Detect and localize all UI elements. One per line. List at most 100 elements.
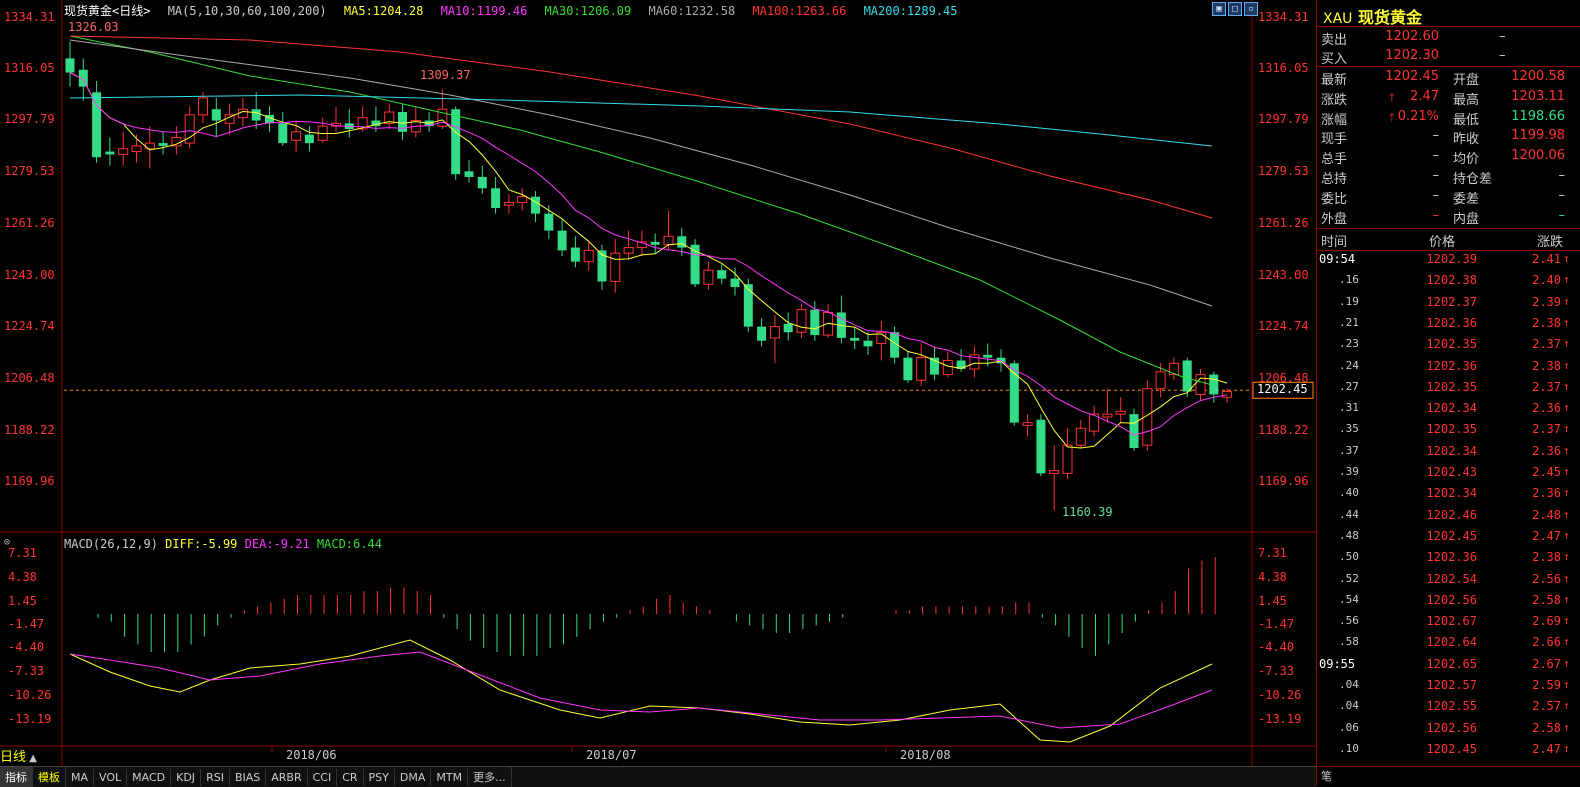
tick-time: .21	[1339, 315, 1359, 329]
tick-price: 1202.67	[1426, 614, 1477, 629]
close-icon[interactable]: ▫	[1244, 2, 1258, 16]
candle-down	[211, 109, 221, 121]
tick-price: 1202.64	[1426, 635, 1477, 650]
tick-change: 2.58	[1532, 592, 1561, 607]
tick-change: 2.38	[1532, 315, 1561, 330]
quote-label2-3: 昨收	[1453, 132, 1480, 148]
quote-label2-2: 最低	[1453, 112, 1480, 128]
candle-down	[65, 58, 75, 73]
indicator-tab-8[interactable]: ARBR	[266, 769, 308, 786]
tick-change: 2.48	[1532, 507, 1561, 522]
arrow-up-icon: ↑	[1563, 273, 1570, 287]
indicator-tab-10[interactable]: CR	[337, 769, 364, 786]
candlestick-chart[interactable]	[0, 0, 1316, 766]
tick-price: 1202.56	[1426, 592, 1477, 607]
quote-sep-5	[1317, 766, 1580, 767]
period-tab[interactable]: 日线 ▲	[0, 746, 37, 765]
tick-row: .52 1202.54 2.56 ↑	[1317, 572, 1580, 591]
arrow-up-icon: ↑	[1563, 592, 1570, 606]
quote-label2-1: 最高	[1453, 92, 1480, 108]
indicator-tab-14[interactable]: 更多...	[468, 767, 512, 787]
arrow-up-icon: ↑	[1563, 571, 1570, 585]
tick-time: .48	[1339, 528, 1359, 542]
tick-price: 1202.34	[1426, 401, 1477, 416]
indicator-tab-6[interactable]: RSI	[201, 769, 230, 786]
chart-area[interactable]: 现货黄金<日线> MA(5,10,30,60,100,200) MA5:1204…	[0, 0, 1316, 766]
buy-volume: –	[1499, 48, 1506, 63]
ma10-line	[69, 72, 1228, 436]
ma5-line	[69, 72, 1228, 449]
tick-time: .24	[1339, 358, 1359, 372]
macd-axis-left-0: 7.31	[8, 546, 37, 560]
tick-row: .31 1202.34 2.36 ↑	[1317, 401, 1580, 420]
ma200-value: MA200:1289.45	[863, 4, 958, 18]
tick-price: 1202.46	[1426, 507, 1477, 522]
candle-up	[503, 201, 514, 206]
quote-label-1: 涨跌	[1321, 92, 1348, 108]
price-axis-right-4: 1261.26	[1258, 216, 1309, 230]
quote-label2-4: 均价	[1453, 152, 1480, 168]
quote-value2-0: 1200.58	[1511, 69, 1565, 84]
tick-row: 09:55 1202.65 2.67 ↑	[1317, 657, 1580, 676]
tick-price: 1202.57	[1426, 678, 1477, 692]
tick-change: 2.40	[1532, 273, 1561, 288]
tick-row: .21 1202.36 2.38 ↑	[1317, 316, 1580, 335]
candle-down	[531, 196, 540, 214]
candle-up	[517, 196, 528, 203]
tick-time: .04	[1339, 699, 1359, 713]
macd-axis-right-0: 7.31	[1258, 546, 1287, 560]
macd-axis-right-1: 4.38	[1258, 570, 1287, 584]
indicator-tab-11[interactable]: PSY	[364, 769, 395, 786]
indicator-tab-0[interactable]: 指标	[0, 767, 33, 787]
tick-change: 2.38	[1532, 550, 1561, 565]
macd-formula: MACD(26,12,9)	[64, 537, 158, 551]
indicator-tab-5[interactable]: KDJ	[171, 769, 202, 786]
indicator-tab-13[interactable]: MTM	[431, 769, 469, 786]
macd-axis-left-6: -10.26	[8, 688, 52, 702]
tick-price: 1202.55	[1426, 699, 1477, 714]
price-axis-right-6: 1224.74	[1258, 319, 1309, 333]
restore-icon[interactable]: ▣	[1212, 2, 1226, 16]
candle-down	[557, 230, 567, 251]
indicator-tab-9[interactable]: CCI	[308, 769, 338, 786]
quote-label2-5: 持仓差	[1453, 172, 1493, 187]
quote-label2-7: 内盘	[1453, 211, 1480, 227]
candle-up	[796, 309, 807, 333]
ma60-value: MA60:1232.58	[648, 4, 736, 18]
candle-up	[1168, 362, 1179, 376]
indicator-tab-1[interactable]: 模板	[33, 767, 66, 787]
tick-footer[interactable]: 笔	[1321, 768, 1332, 784]
dea-line	[69, 651, 1213, 729]
indicator-tab-4[interactable]: MACD	[127, 769, 172, 786]
tick-price: 1202.45	[1426, 741, 1477, 756]
indicator-tab-7[interactable]: BIAS	[230, 769, 267, 786]
indicator-tab-3[interactable]: VOL	[94, 769, 128, 786]
symbol-name: 现货黄金	[64, 4, 113, 18]
quote-value-5: –	[1432, 168, 1440, 183]
annotation-high2: 1309.37	[420, 68, 471, 82]
candle-down	[730, 278, 740, 288]
quote-value2-4: 1200.06	[1511, 148, 1565, 164]
indicator-tab-12[interactable]: DMA	[395, 769, 432, 786]
quote-sep-1	[1317, 26, 1580, 27]
x-axis-label-0: 2018/06	[286, 748, 337, 762]
candle-down	[717, 270, 727, 279]
quote-label-0: 最新	[1321, 73, 1348, 88]
macd-axis-right-7: -13.19	[1258, 712, 1302, 726]
macd-axis-left-3: -1.47	[8, 617, 45, 631]
settings-icon[interactable]: ⊙	[4, 537, 10, 548]
candle-down	[983, 354, 993, 358]
indicator-tab-2[interactable]: MA	[66, 769, 95, 786]
tick-price: 1202.43	[1426, 465, 1477, 479]
tick-time: .27	[1339, 379, 1359, 393]
tick-row: .39 1202.43 2.45 ↑	[1317, 465, 1580, 484]
quote-value2-1: 1203.11	[1511, 88, 1565, 104]
quote-value2-5: –	[1558, 168, 1566, 183]
candle-down	[1036, 419, 1046, 474]
maximize-icon[interactable]: □	[1228, 2, 1242, 16]
tick-change: 2.67	[1532, 656, 1561, 671]
arrow-up-icon: ↑	[1563, 443, 1570, 457]
macd-axis-left-1: 4.38	[8, 570, 37, 584]
tick-time: .10	[1339, 741, 1359, 755]
candle-up	[237, 108, 248, 119]
